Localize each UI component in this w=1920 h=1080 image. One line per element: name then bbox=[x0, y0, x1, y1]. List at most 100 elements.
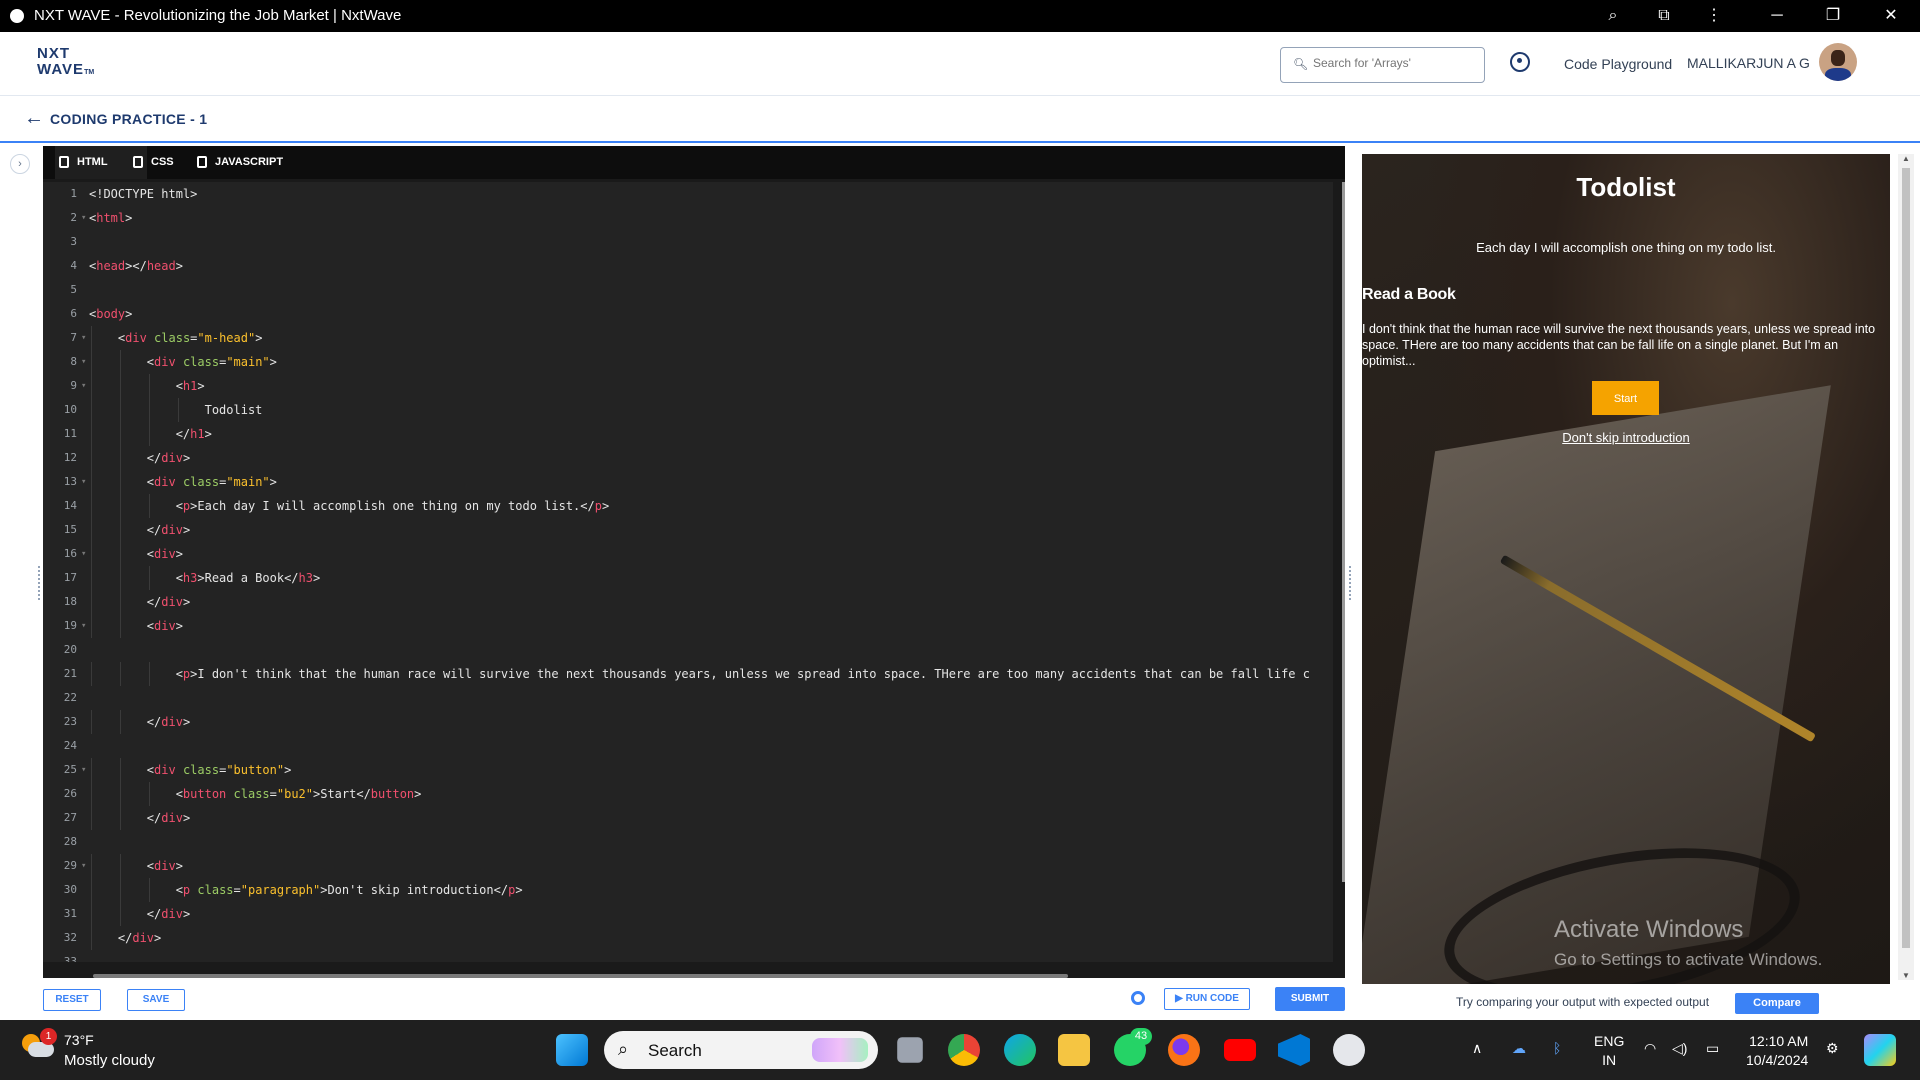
fold-arrow-icon[interactable]: ▾ bbox=[81, 614, 86, 638]
expand-sidebar-button[interactable]: › bbox=[10, 154, 30, 174]
fold-arrow-icon[interactable]: ▾ bbox=[81, 854, 86, 878]
nxtwave-app-icon[interactable] bbox=[1333, 1034, 1365, 1066]
onedrive-icon[interactable]: ☁ bbox=[1512, 1040, 1526, 1057]
fold-arrow-icon[interactable]: ▾ bbox=[81, 470, 86, 494]
weather-condition[interactable]: Mostly cloudy bbox=[64, 1052, 155, 1069]
scroll-up-icon[interactable]: ▲ bbox=[1898, 154, 1914, 163]
more-menu-icon[interactable]: ⋮ bbox=[1702, 4, 1726, 28]
edge-icon[interactable] bbox=[1004, 1034, 1036, 1066]
volume-icon[interactable]: ◁) bbox=[1672, 1040, 1687, 1057]
code-line[interactable]: 4 <head></head> bbox=[43, 254, 1333, 278]
code-line[interactable]: 8 ▾ <div class="main"> bbox=[43, 350, 1333, 374]
code-line[interactable]: 7 ▾ <div class="m-head"> bbox=[43, 326, 1333, 350]
task-view-icon[interactable] bbox=[897, 1037, 923, 1063]
code-line[interactable]: 30 <p class="paragraph">Don't skip intro… bbox=[43, 878, 1333, 902]
code-line[interactable]: 14 <p>Each day I will accomplish one thi… bbox=[43, 494, 1333, 518]
file-explorer-icon[interactable] bbox=[1058, 1034, 1090, 1066]
extensions-icon[interactable]: ⧉ bbox=[1652, 4, 1676, 28]
code-line[interactable]: 11 </h1> bbox=[43, 422, 1333, 446]
fold-arrow-icon[interactable]: ▾ bbox=[81, 542, 86, 566]
fold-arrow-icon[interactable]: ▾ bbox=[81, 206, 86, 230]
search-box[interactable]: 🔍︎ bbox=[1280, 47, 1485, 83]
code-line[interactable]: 31 </div> bbox=[43, 902, 1333, 926]
battery-icon[interactable]: ▭ bbox=[1706, 1040, 1719, 1057]
stopwatch-icon[interactable] bbox=[1510, 52, 1530, 72]
scroll-down-icon[interactable]: ▼ bbox=[1898, 971, 1914, 980]
code-line[interactable]: 9 ▾ <h1> bbox=[43, 374, 1333, 398]
code-line[interactable]: 26 <button class="bu2">Start</button> bbox=[43, 782, 1333, 806]
code-line[interactable]: 1 <!DOCTYPE html> bbox=[43, 182, 1333, 206]
youtube-icon[interactable] bbox=[1224, 1039, 1256, 1061]
temperature[interactable]: 73°F bbox=[64, 1032, 94, 1048]
code-line[interactable]: 6 <body> bbox=[43, 302, 1333, 326]
avatar[interactable] bbox=[1819, 43, 1857, 81]
code-line[interactable]: 23 </div> bbox=[43, 710, 1333, 734]
notification-settings-icon[interactable]: ⚙ bbox=[1826, 1040, 1839, 1057]
compare-button[interactable]: Compare bbox=[1735, 993, 1819, 1014]
code-line[interactable]: 10 Todolist bbox=[43, 398, 1333, 422]
settings-gear-icon[interactable] bbox=[1131, 991, 1145, 1005]
clock[interactable]: 12:10 AM 10/4/2024 bbox=[1746, 1032, 1808, 1070]
code-line[interactable]: 2 ▾ <html> bbox=[43, 206, 1333, 230]
preview-skip-link[interactable]: Don't skip introduction bbox=[1362, 430, 1890, 445]
fold-arrow-icon[interactable]: ▾ bbox=[81, 326, 86, 350]
code-line[interactable]: 19 ▾ <div> bbox=[43, 614, 1333, 638]
windows-start-icon[interactable] bbox=[556, 1034, 588, 1066]
show-hidden-icons-icon[interactable]: ∧ bbox=[1472, 1040, 1482, 1057]
wifi-icon[interactable]: ◠ bbox=[1644, 1040, 1656, 1057]
code-line[interactable]: 25 ▾ <div class="button"> bbox=[43, 758, 1333, 782]
code-line[interactable]: 20 bbox=[43, 638, 1333, 662]
code-line[interactable]: 32 </div> bbox=[43, 926, 1333, 950]
code-line[interactable]: 15 </div> bbox=[43, 518, 1333, 542]
preview-scrollbar[interactable]: ▲ ▼ bbox=[1898, 154, 1914, 980]
language-indicator[interactable]: ENG IN bbox=[1594, 1032, 1624, 1070]
run-code-button[interactable]: ▶ RUN CODE bbox=[1164, 988, 1250, 1010]
chrome-icon[interactable] bbox=[948, 1034, 980, 1066]
preview-scroll-thumb[interactable] bbox=[1902, 168, 1910, 948]
left-resize-handle[interactable] bbox=[38, 566, 41, 600]
submit-button[interactable]: SUBMIT bbox=[1275, 987, 1345, 1011]
restore-icon[interactable]: ❐ bbox=[1821, 4, 1845, 28]
search-input[interactable] bbox=[1311, 55, 1475, 71]
code-line[interactable]: 27 </div> bbox=[43, 806, 1333, 830]
nxtwave-logo[interactable]: NXT WAVETM bbox=[37, 46, 94, 81]
code-line[interactable]: 21 <p>I don't think that the human race … bbox=[43, 662, 1333, 686]
zoom-icon[interactable]: ⌕ bbox=[1601, 4, 1625, 28]
bluetooth-icon[interactable]: ᛒ bbox=[1553, 1040, 1561, 1056]
editor-vertical-scrollbar[interactable] bbox=[1342, 182, 1345, 882]
copilot-icon[interactable] bbox=[1864, 1034, 1896, 1066]
code-line[interactable]: 33 bbox=[43, 950, 1333, 962]
preview-start-button[interactable]: Start bbox=[1592, 381, 1659, 415]
user-name[interactable]: MALLIKARJUN A G bbox=[1687, 55, 1810, 71]
back-arrow-icon[interactable]: ← bbox=[24, 107, 44, 130]
code-line[interactable]: 5 bbox=[43, 278, 1333, 302]
tab-javascript[interactable]: JAVASCRIPT bbox=[193, 146, 325, 179]
vscode-icon[interactable] bbox=[1278, 1034, 1310, 1066]
tab-css-label: CSS bbox=[151, 156, 174, 168]
reset-button[interactable]: RESET bbox=[43, 989, 101, 1011]
code-line[interactable]: 3 bbox=[43, 230, 1333, 254]
firefox-icon[interactable] bbox=[1168, 1034, 1200, 1066]
fold-arrow-icon[interactable]: ▾ bbox=[81, 374, 86, 398]
fold-arrow-icon[interactable]: ▾ bbox=[81, 350, 86, 374]
code-line[interactable]: 28 bbox=[43, 830, 1333, 854]
code-text: <h1> bbox=[89, 379, 205, 393]
code-area[interactable]: 1 <!DOCTYPE html> 2 ▾ <html> 3 4 <head></head> 5… bbox=[43, 182, 1333, 962]
line-number: 31 bbox=[63, 907, 77, 920]
fold-arrow-icon[interactable]: ▾ bbox=[81, 758, 86, 782]
minimize-icon[interactable]: ─ bbox=[1765, 4, 1789, 28]
code-line[interactable]: 16 ▾ <div> bbox=[43, 542, 1333, 566]
editor-horizontal-scrollbar[interactable] bbox=[93, 974, 1068, 978]
right-resize-handle[interactable] bbox=[1349, 566, 1352, 600]
code-line[interactable]: 13 ▾ <div class="main"> bbox=[43, 470, 1333, 494]
code-line[interactable]: 17 <h3>Read a Book</h3> bbox=[43, 566, 1333, 590]
code-line[interactable]: 22 bbox=[43, 686, 1333, 710]
code-line[interactable]: 12 </div> bbox=[43, 446, 1333, 470]
code-playground-link[interactable]: Code Playground bbox=[1564, 56, 1672, 72]
code-line[interactable]: 29 ▾ <div> bbox=[43, 854, 1333, 878]
save-button[interactable]: SAVE bbox=[127, 989, 185, 1011]
close-icon[interactable]: ✕ bbox=[1879, 4, 1903, 28]
code-line[interactable]: 18 </div> bbox=[43, 590, 1333, 614]
taskbar-search[interactable]: ⌕ Search bbox=[604, 1031, 878, 1069]
code-line[interactable]: 24 bbox=[43, 734, 1333, 758]
